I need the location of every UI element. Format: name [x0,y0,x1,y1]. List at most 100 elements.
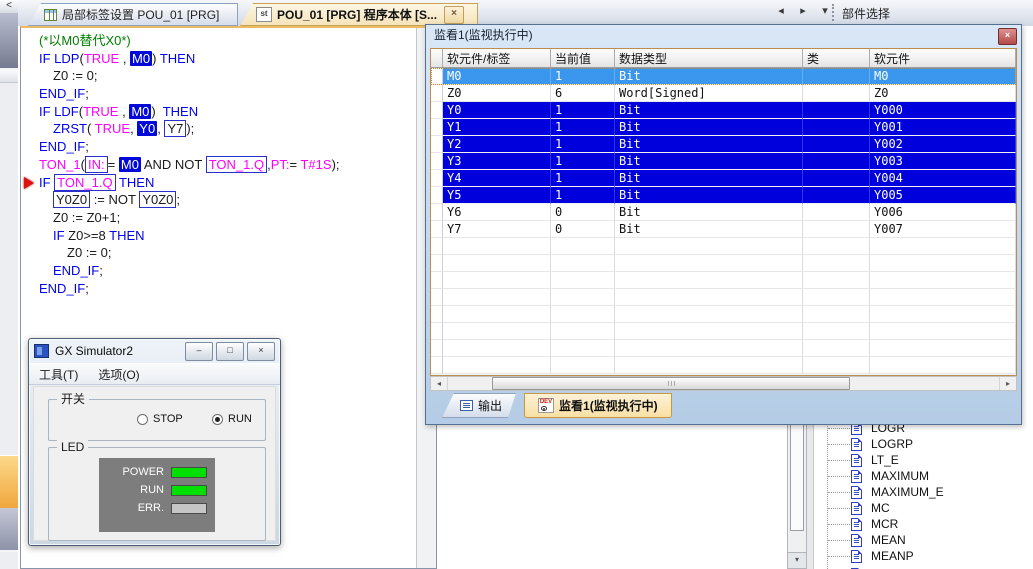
watch-table-row[interactable]: Y41BitY004 [431,170,1016,187]
tree-item[interactable]: MAXIMUM_E [813,484,1033,500]
code-token: Y0Z0 [53,191,90,208]
watch-table-row[interactable]: Y31BitY003 [431,153,1016,170]
watch-cell [803,255,870,272]
tab-local-label-settings[interactable]: 局部标签设置 POU_01 [PRG] [28,3,238,26]
tree-item[interactable]: MCR [813,516,1033,532]
watch-cell [803,153,870,170]
watch-cell: Y000 [870,102,1016,119]
row-selector [431,340,443,357]
tab-watch1[interactable]: DEV 监看1(监视执行中) [524,393,672,418]
scroll-left-icon[interactable]: ◂ [431,377,448,390]
radio-run-icon[interactable] [212,414,223,425]
watch-column-header[interactable]: 当前值 [551,49,615,67]
watch-table-row[interactable]: M01BitM0 [431,68,1016,85]
menu-item-options[interactable]: 选项(O) [98,366,139,383]
dev-icon-text: DEV [539,399,553,406]
execution-pointer-icon [24,177,34,189]
watch-table[interactable]: 软元件/标签当前值数据类型类软元件 M01BitM0Z06Word[Signed… [430,48,1017,376]
tree-item[interactable]: MC [813,500,1033,516]
watch-cell [443,272,551,289]
scroll-down-icon[interactable]: ▾ [788,552,806,568]
watch-cell [615,255,803,272]
watch-table-row[interactable]: Y01BitY000 [431,102,1016,119]
row-selector[interactable] [431,68,443,85]
code-token: M0 [130,51,152,66]
watch-cell: Y003 [870,153,1016,170]
close-button[interactable]: × [247,342,275,361]
code-line: END_IF; [39,280,414,298]
code-token: END_IF [53,263,99,278]
watch-cell [551,289,615,306]
tree-item[interactable]: LT_E [813,452,1033,468]
watch-column-header[interactable]: 数据类型 [615,49,803,67]
watch-table-row[interactable]: Y11BitY001 [431,119,1016,136]
dock-segment[interactable] [0,13,18,70]
watch-table-row[interactable]: Y51BitY005 [431,187,1016,204]
code-token: Y0Z0 [139,191,176,208]
row-selector[interactable] [431,153,443,170]
scrollbar-thumb[interactable] [492,377,850,390]
watch-empty-row [431,357,1016,374]
code-token: IF [53,228,65,243]
led-group-label: LED [57,440,88,454]
code-token: THEN [163,104,198,119]
tree-item-label: MCR [871,517,898,531]
tab-program-body[interactable]: st POU_01 [PRG] 程序本体 [S... × [240,3,478,26]
watch-close-button[interactable]: × [998,28,1017,45]
watch-column-header[interactable]: 软元件/标签 [443,49,551,67]
scroll-right-icon[interactable]: ▸ [999,377,1016,390]
radio-stop-icon[interactable] [137,414,148,425]
tab-list-dropdown-button[interactable]: ▾ [818,4,832,17]
watch-empty-row [431,289,1016,306]
code-line: END_IF; [39,138,414,156]
radio-stop[interactable]: STOP [137,413,183,425]
tree-item[interactable]: MAXIMUM [813,468,1033,484]
watch-cell [803,204,870,221]
row-selector[interactable] [431,136,443,153]
watch-column-header[interactable]: 软元件 [870,49,1016,67]
minimize-button[interactable]: – [185,342,213,361]
radio-run[interactable]: RUN [212,413,252,425]
watch-column-header[interactable]: 类 [803,49,870,67]
menu-item-tools[interactable]: 工具(T) [39,366,78,383]
scrollbar-track[interactable] [448,377,999,390]
led-indicator [171,503,207,514]
nav-next-button[interactable]: ▸ [796,4,810,17]
row-selector[interactable] [431,102,443,119]
watch-hscrollbar[interactable]: ◂ ▸ [430,376,1017,391]
tree-item[interactable]: MEANP [813,548,1033,564]
tab-close-button[interactable]: × [444,6,464,24]
watch-cell [551,306,615,323]
watch-cell [803,187,870,204]
led-row: POWER [99,463,215,481]
app-window: < 局部标签设置 POU_01 [PRG] st POU_01 [PRG] 程序… [0,0,1033,569]
tab-output[interactable]: 输出 [442,393,522,418]
tree-item[interactable]: LOGRP [813,436,1033,452]
dock-segment[interactable] [0,70,18,83]
watch-table-row[interactable]: Y60BitY006 [431,204,1016,221]
watch-cell [870,255,1016,272]
nav-prev-button[interactable]: ◂ [774,4,788,17]
watch-cell: Bit [615,221,803,238]
restore-button[interactable]: □ [216,342,244,361]
row-selector[interactable] [431,204,443,221]
dock-collapse-button[interactable]: < [0,0,18,13]
row-selector[interactable] [431,119,443,136]
watch-cell [615,306,803,323]
watch-cell [803,136,870,153]
row-selector[interactable] [431,85,443,102]
code-token: , [119,51,130,66]
row-selector[interactable] [431,170,443,187]
watch-table-row[interactable]: Y21BitY002 [431,136,1016,153]
simulator-titlebar[interactable]: GX Simulator2 – □ × [29,339,280,363]
watch-table-row[interactable]: Z06Word[Signed]Z0 [431,85,1016,102]
row-selector[interactable] [431,221,443,238]
watch-table-row[interactable]: Y70BitY007 [431,221,1016,238]
tree-item[interactable]: MEAN [813,532,1033,548]
watch-cell [803,102,870,119]
row-selector[interactable] [431,187,443,204]
watch-cell [443,238,551,255]
dock-segment-highlight[interactable] [0,455,18,509]
dock-segment[interactable] [0,508,18,552]
watch-cell: Y6 [443,204,551,221]
